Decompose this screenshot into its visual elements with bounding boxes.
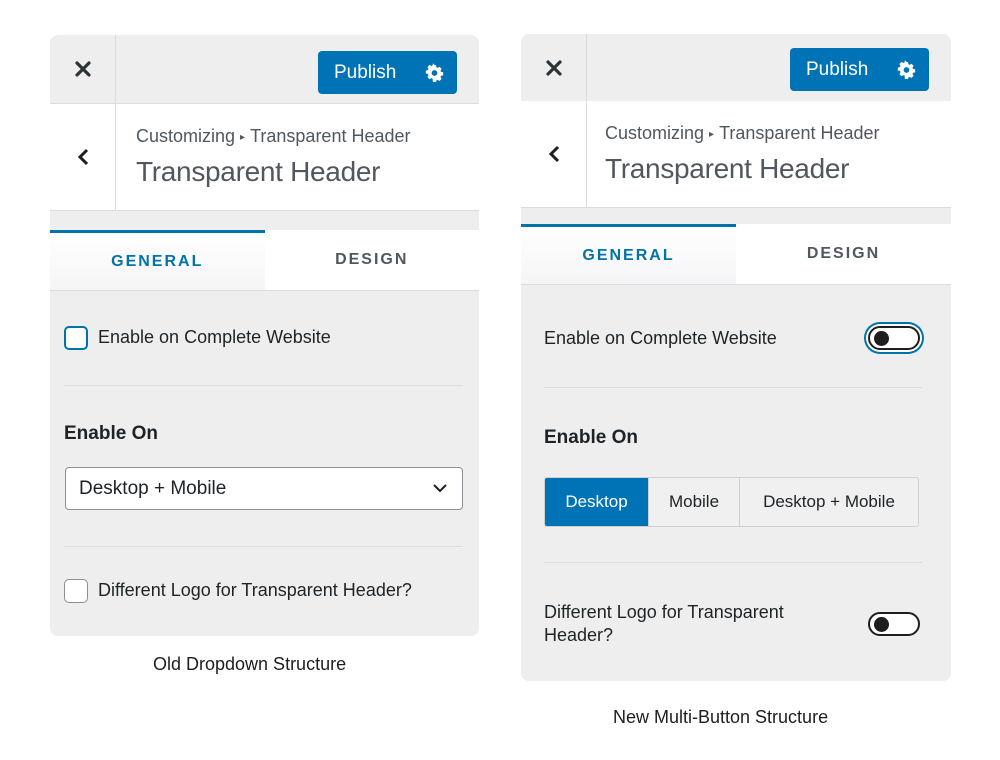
close-icon [74,61,91,77]
enable-on-mobile-button[interactable]: Mobile [649,478,740,526]
enable-on-heading: Enable On [544,427,638,448]
breadcrumb-current: Transparent Header [250,126,411,146]
breadcrumb-root: Customizing [136,126,236,146]
divider [64,546,463,547]
enable-complete-website-toggle[interactable] [868,326,920,350]
publish-label: Publish [334,61,397,83]
enable-on-heading: Enable On [64,423,158,444]
toggle-knob [874,331,889,346]
divider [64,385,463,386]
new-multibutton-panel: Publish Customizing ▸ Transparent Header T… [521,34,951,681]
different-logo-label: Different Logo for Transparent Header? [544,601,784,647]
publish-label: Publish [806,58,869,80]
enable-complete-website-label: Enable on Complete Website [544,328,777,348]
section-title: Transparent Header [605,153,850,184]
breadcrumb: Customizing ▸ Transparent Header [136,126,411,147]
close-icon [545,60,562,76]
different-logo-checkbox[interactable] [64,579,88,603]
old-panel-caption: Old Dropdown Structure [153,654,347,674]
tab-general[interactable]: GENERAL [521,224,736,284]
breadcrumb-separator-icon: ▸ [709,129,715,140]
chevron-left-icon [77,148,88,166]
back-button[interactable] [521,101,587,207]
publish-button[interactable]: Publish [318,51,457,94]
breadcrumb-root: Customizing [605,123,705,143]
enable-on-desktop-button[interactable]: Desktop [545,478,649,526]
enable-on-select[interactable]: Desktop + Mobile [65,467,463,510]
divider [544,387,922,388]
old-dropdown-panel: Publish Customizing ▸ Transparent Header T… [50,35,479,636]
different-logo-toggle[interactable] [868,612,920,636]
new-panel-caption: New Multi-Button Structure [613,707,829,727]
tab-bar: GENERAL DESIGN [521,224,951,285]
different-logo-label: Different Logo for Transparent Header? [98,580,412,600]
enable-complete-website-checkbox[interactable] [64,326,88,350]
customizer-topbar: Publish [521,34,951,103]
enable-complete-website-label: Enable on Complete Website [98,327,331,347]
section-title: Transparent Header [136,156,381,187]
close-button[interactable] [521,34,587,102]
publish-button[interactable]: Publish [790,48,929,91]
gear-icon[interactable] [425,63,444,82]
tab-design[interactable]: DESIGN [265,230,480,290]
back-button[interactable] [50,104,116,210]
chevron-left-icon [548,145,559,163]
section-header: Customizing ▸ Transparent Header Transpare… [50,104,479,211]
chevron-down-icon [433,484,447,493]
breadcrumb: Customizing ▸ Transparent Header [605,123,880,144]
tab-bar: GENERAL DESIGN [50,230,479,291]
enable-on-button-group: Desktop Mobile Desktop + Mobile [544,477,919,527]
tab-design[interactable]: DESIGN [736,224,951,284]
section-header: Customizing ▸ Transparent Header Transpare… [521,101,951,208]
close-button[interactable] [50,35,116,103]
enable-on-desktop-mobile-button[interactable]: Desktop + Mobile [740,478,918,526]
enable-on-selected-value: Desktop + Mobile [79,477,227,499]
divider [544,562,922,563]
customizer-topbar: Publish [50,35,479,104]
breadcrumb-separator-icon: ▸ [240,132,246,143]
toggle-knob [874,617,889,632]
tab-general[interactable]: GENERAL [50,230,265,290]
different-logo-label-line2: Header? [544,625,614,645]
gear-icon[interactable] [897,60,916,79]
different-logo-label-line1: Different Logo for Transparent [544,602,784,622]
breadcrumb-current: Transparent Header [719,123,880,143]
